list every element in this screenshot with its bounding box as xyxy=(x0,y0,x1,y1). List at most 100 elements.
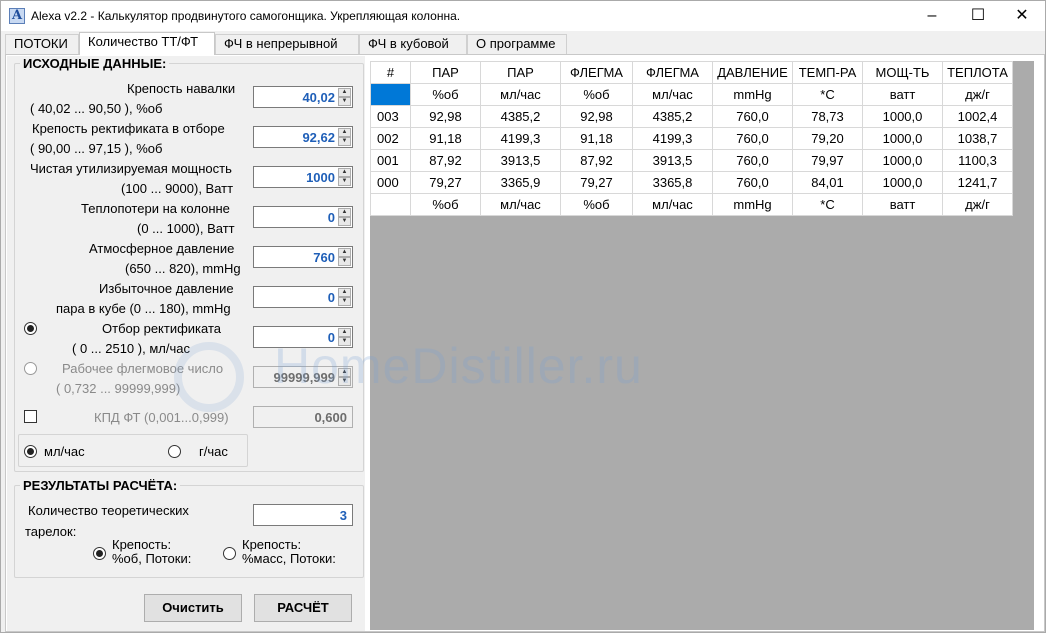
table-cell[interactable]: 87,92 xyxy=(410,149,481,172)
column-header[interactable]: ПАР xyxy=(410,61,481,84)
table-cell[interactable]: 87,92 xyxy=(560,149,633,172)
table-cell[interactable]: дж/г xyxy=(942,193,1013,216)
plate-efficiency-checkbox[interactable] xyxy=(24,410,37,423)
spin-down-icon[interactable]: ▼ xyxy=(338,377,351,386)
table-cell[interactable]: 1038,7 xyxy=(942,127,1013,150)
table-cell[interactable]: 84,01 xyxy=(792,171,863,194)
spin-up-icon[interactable]: ▲ xyxy=(338,328,351,337)
row-number[interactable]: 002 xyxy=(370,127,411,150)
reflux-ratio-input[interactable]: 99999,999 ▲ ▼ xyxy=(253,366,353,388)
table-cell[interactable]: ватт xyxy=(862,193,943,216)
column-header[interactable]: ФЛЕГМА xyxy=(632,61,713,84)
tab-about[interactable]: О программе xyxy=(467,34,567,54)
column-header[interactable]: МОЩ-ТЬ xyxy=(862,61,943,84)
spin-down-icon[interactable]: ▼ xyxy=(338,97,351,106)
column-header[interactable]: ТЕМП-РА xyxy=(792,61,863,84)
tab-plates-count[interactable]: Количество ТТ/ФТ xyxy=(79,32,215,55)
strength-mass-radio[interactable] xyxy=(223,547,236,560)
spin-up-icon[interactable]: ▲ xyxy=(338,208,351,217)
table-cell[interactable]: 4199,3 xyxy=(480,127,561,150)
wash-strength-input[interactable]: 40,02 ▲ ▼ xyxy=(253,86,353,108)
table-cell[interactable]: 1000,0 xyxy=(862,149,943,172)
column-header[interactable]: ПАР xyxy=(480,61,561,84)
column-header[interactable]: ТЕПЛОТА xyxy=(942,61,1013,84)
table-cell[interactable]: %об xyxy=(410,83,481,106)
table-cell[interactable]: 760,0 xyxy=(712,105,793,128)
table-cell[interactable]: 1000,0 xyxy=(862,171,943,194)
selected-cell[interactable] xyxy=(370,83,411,106)
table-cell[interactable]: 4385,2 xyxy=(480,105,561,128)
spin-down-icon[interactable]: ▼ xyxy=(338,337,351,346)
table-cell[interactable]: 1000,0 xyxy=(862,127,943,150)
table-cell[interactable]: 760,0 xyxy=(712,127,793,150)
spin-down-icon[interactable]: ▼ xyxy=(338,137,351,146)
table-cell[interactable]: 4385,2 xyxy=(632,105,713,128)
table-cell[interactable]: 1000,0 xyxy=(862,105,943,128)
table-cell[interactable]: 3365,8 xyxy=(632,171,713,194)
table-cell[interactable]: 79,27 xyxy=(410,171,481,194)
unit-g-radio[interactable] xyxy=(168,445,181,458)
table-cell[interactable]: 1002,4 xyxy=(942,105,1013,128)
table-cell[interactable]: 79,97 xyxy=(792,149,863,172)
table-cell[interactable]: дж/г xyxy=(942,83,1013,106)
table-cell[interactable]: mmHg xyxy=(712,83,793,106)
heat-loss-input[interactable]: 0 ▲ ▼ xyxy=(253,206,353,228)
table-cell[interactable]: mmHg xyxy=(712,193,793,216)
atm-pressure-input[interactable]: 760 ▲ ▼ xyxy=(253,246,353,268)
column-header[interactable]: ДАВЛЕНИЕ xyxy=(712,61,793,84)
table-cell[interactable]: мл/час xyxy=(632,193,713,216)
table-cell[interactable]: 91,18 xyxy=(410,127,481,150)
table-cell[interactable]: 91,18 xyxy=(560,127,633,150)
table-cell[interactable]: 4199,3 xyxy=(632,127,713,150)
product-rate-input[interactable]: 0 ▲ ▼ xyxy=(253,326,353,348)
row-number[interactable]: 000 xyxy=(370,171,411,194)
row-number[interactable]: 001 xyxy=(370,149,411,172)
column-header[interactable]: ФЛЕГМА xyxy=(560,61,633,84)
maximize-button[interactable]: ☐ xyxy=(955,1,1001,31)
table-cell[interactable] xyxy=(370,193,411,216)
table-cell[interactable]: %об xyxy=(560,83,633,106)
table-cell[interactable]: мл/час xyxy=(480,193,561,216)
calculate-button[interactable]: РАСЧЁТ xyxy=(254,594,352,622)
spin-up-icon[interactable]: ▲ xyxy=(338,368,351,377)
minimize-button[interactable]: – xyxy=(909,1,955,31)
spin-down-icon[interactable]: ▼ xyxy=(338,177,351,186)
table-cell[interactable]: 78,73 xyxy=(792,105,863,128)
table-cell[interactable]: *С xyxy=(792,83,863,106)
table-cell[interactable]: ватт xyxy=(862,83,943,106)
tab-flows[interactable]: ПОТОКИ xyxy=(5,34,79,54)
excess-pressure-input[interactable]: 0 ▲ ▼ xyxy=(253,286,353,308)
table-cell[interactable]: *С xyxy=(792,193,863,216)
spin-up-icon[interactable]: ▲ xyxy=(338,128,351,137)
reflux-ratio-radio[interactable] xyxy=(24,362,37,375)
table-cell[interactable]: мл/час xyxy=(632,83,713,106)
table-cell[interactable]: 1100,3 xyxy=(942,149,1013,172)
table-cell[interactable]: %об xyxy=(410,193,481,216)
tab-reflux-batch[interactable]: ФЧ в кубовой xyxy=(359,34,467,54)
table-cell[interactable]: 3913,5 xyxy=(632,149,713,172)
table-cell[interactable]: 79,20 xyxy=(792,127,863,150)
table-cell[interactable]: %об xyxy=(560,193,633,216)
table-cell[interactable]: 760,0 xyxy=(712,149,793,172)
column-header[interactable]: # xyxy=(370,61,411,84)
spin-down-icon[interactable]: ▼ xyxy=(338,297,351,306)
table-cell[interactable]: 3365,9 xyxy=(480,171,561,194)
table-cell[interactable]: 92,98 xyxy=(410,105,481,128)
table-cell[interactable]: 760,0 xyxy=(712,171,793,194)
spin-up-icon[interactable]: ▲ xyxy=(338,248,351,257)
unit-ml-radio[interactable] xyxy=(24,445,37,458)
clear-button[interactable]: Очистить xyxy=(144,594,242,622)
tab-reflux-continuous[interactable]: ФЧ в непрерывной xyxy=(215,34,359,54)
row-number[interactable]: 003 xyxy=(370,105,411,128)
spin-down-icon[interactable]: ▼ xyxy=(338,257,351,266)
spin-up-icon[interactable]: ▲ xyxy=(338,288,351,297)
table-cell[interactable]: мл/час xyxy=(480,83,561,106)
table-cell[interactable]: 79,27 xyxy=(560,171,633,194)
table-cell[interactable]: 92,98 xyxy=(560,105,633,128)
plate-efficiency-input[interactable]: 0,600 xyxy=(253,406,353,428)
product-strength-input[interactable]: 92,62 ▲ ▼ xyxy=(253,126,353,148)
close-button[interactable]: ✕ xyxy=(999,1,1045,31)
strength-vol-radio[interactable] xyxy=(93,547,106,560)
product-rate-radio[interactable] xyxy=(24,322,37,335)
table-cell[interactable]: 1241,7 xyxy=(942,171,1013,194)
